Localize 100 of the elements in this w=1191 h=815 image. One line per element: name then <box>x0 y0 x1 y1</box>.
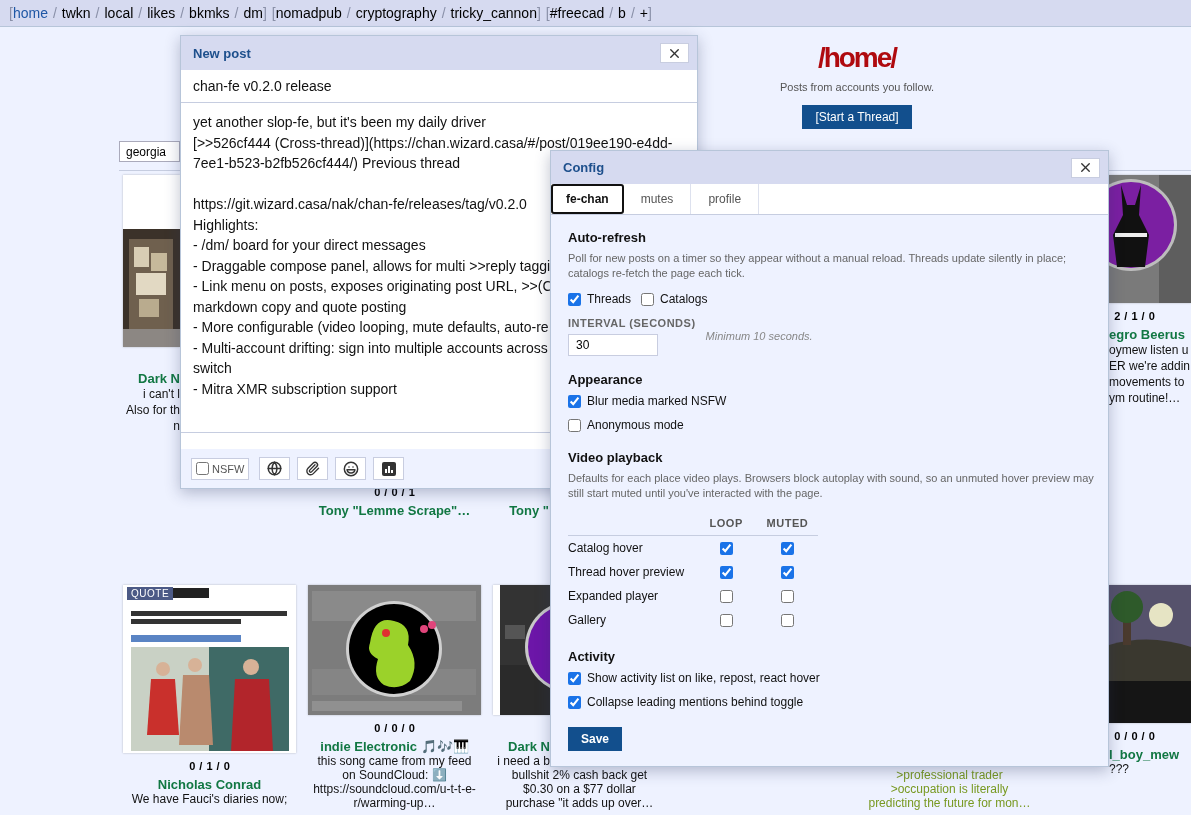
post-excerpt-line: We have Fauci's diaries now; <box>131 792 288 806</box>
checkbox[interactable] <box>568 292 581 306</box>
nav-link[interactable]: nomadpub <box>275 5 342 21</box>
checkbox-label: NSFW <box>212 462 245 475</box>
section-title: Appearance <box>568 372 643 388</box>
nsfw-checkbox[interactable] <box>196 462 209 475</box>
checkbox-label: Show activity list on like, repost, react hover <box>587 670 820 686</box>
poster-name: Tony "Lemme Scrape"… <box>318 503 471 518</box>
post-excerpt-line: movements to <box>1109 374 1185 390</box>
checkbox[interactable] <box>780 566 794 580</box>
checkbox[interactable] <box>568 418 581 432</box>
poster-name: Dark N <box>508 739 550 754</box>
checkbox[interactable] <box>780 590 794 604</box>
panel-title: Config <box>563 160 605 175</box>
field-hint: Minimum 10 seconds. <box>705 330 813 342</box>
checkbox[interactable] <box>568 671 581 685</box>
quote-badge: QUOTE <box>127 587 174 600</box>
section-title: Auto-refresh <box>568 230 646 246</box>
section-title: Activity <box>568 649 615 665</box>
search-field[interactable]: georgia <box>119 141 180 162</box>
post-excerpt-line: ??? <box>1109 762 1130 776</box>
attach-button[interactable] <box>297 457 329 480</box>
nav-bracket: [ <box>9 5 13 21</box>
poll-button[interactable] <box>373 457 405 480</box>
post-excerpt-line: purchase "it adds up over… <box>505 796 654 810</box>
checkbox-label: Threads <box>587 291 632 307</box>
close-icon <box>1078 160 1093 175</box>
reply-stats: 0 / 0 / 0 <box>374 722 415 735</box>
nav-link[interactable]: dm <box>243 5 263 21</box>
globe-icon <box>267 461 283 476</box>
nav-link[interactable]: b <box>618 5 626 21</box>
checkbox[interactable] <box>719 542 733 556</box>
nav-link[interactable]: + <box>639 5 648 21</box>
checkbox[interactable] <box>641 292 655 306</box>
checkbox[interactable] <box>719 614 733 628</box>
checkbox[interactable] <box>780 614 794 628</box>
nav-bracket: ] <box>536 5 541 21</box>
post-excerpt-line: https://soundcloud.com/u-t-t-e- <box>313 782 476 796</box>
interval-field[interactable]: 30 <box>568 334 658 356</box>
post-excerpt-line: ER we're addin <box>1109 358 1190 374</box>
nav-link[interactable]: home <box>12 5 48 21</box>
nav-separator: / <box>180 5 185 21</box>
close-button[interactable] <box>1071 157 1100 178</box>
board-subtitle: Posts from accounts you follow. <box>779 80 935 94</box>
post-excerpt-line: bullshit 2% cash back get <box>511 768 648 782</box>
nav-bracket: [ <box>545 5 550 21</box>
checkbox[interactable] <box>780 542 794 556</box>
nav-link[interactable]: #freecad <box>549 5 605 21</box>
checkbox[interactable] <box>719 566 733 580</box>
checkbox-label: Anonymous mode <box>587 417 684 433</box>
nav-separator: / <box>630 5 635 21</box>
nav-separator: / <box>52 5 57 21</box>
row-label: Expanded player <box>568 589 659 603</box>
post-excerpt-line: oymew listen u <box>1109 342 1189 358</box>
nav-link[interactable]: local <box>104 5 134 21</box>
poster-name: Dark N <box>138 371 180 386</box>
section-description: Defaults for each place video plays. Browsers block autoplay with sound, so an unmuted hover preview may still start muted until you've interacted with the page. <box>568 471 1095 501</box>
reply-stats: 0 / 1 / 0 <box>189 760 230 773</box>
poster-name: Tony " <box>509 503 549 518</box>
post-excerpt-line: $0.30 on a $77 dollar <box>523 782 636 796</box>
bar-chart-icon <box>381 461 396 476</box>
checkbox[interactable] <box>719 590 733 604</box>
nav-bracket: ] <box>648 5 652 21</box>
row-label: Gallery <box>568 613 606 627</box>
nav-link[interactable]: tricky_cannon <box>450 5 537 21</box>
post-excerpt-line: i can't l <box>143 386 180 402</box>
save-button[interactable]: Save <box>568 727 623 751</box>
post-excerpt-line: r/warming-up… <box>353 796 436 810</box>
nav-separator: / <box>95 5 100 21</box>
nav-link[interactable]: likes <box>147 5 176 21</box>
subject-field[interactable]: chan-fe v0.2.0 release <box>181 70 697 103</box>
checkbox-label: Collapse leading mentions behind toggle <box>587 694 804 710</box>
emoji-button[interactable] <box>335 457 367 480</box>
checkbox[interactable] <box>568 695 581 709</box>
nav-bracket: ] <box>262 5 267 21</box>
nav-link[interactable]: twkn <box>61 5 91 21</box>
post-excerpt-line: ym routine!… <box>1109 390 1181 406</box>
nav-separator: / <box>441 5 446 21</box>
nav-separator: / <box>234 5 239 21</box>
nav-link[interactable]: bkmks <box>189 5 230 21</box>
nav-bracket: [ <box>271 5 276 21</box>
settings-tab[interactable]: fe-chan <box>551 184 624 214</box>
greentext-line: predicting the future for mon… <box>868 796 1031 810</box>
start-thread-button[interactable]: [Start a Thread] <box>802 105 912 129</box>
checkbox[interactable] <box>568 394 581 408</box>
poster-name: l_boy_mew <box>1109 747 1180 762</box>
section-title: Video playback <box>568 450 663 466</box>
panel-title: New post <box>193 45 251 61</box>
post-excerpt-line: n <box>173 418 180 434</box>
column-header: LOOP <box>695 510 757 536</box>
nav-separator: / <box>609 5 614 21</box>
nav-link[interactable]: cryptography <box>355 5 437 21</box>
close-button[interactable] <box>660 43 689 63</box>
column-header: MUTED <box>756 510 818 536</box>
post-excerpt-line: Also for th <box>125 402 180 418</box>
language-button[interactable] <box>259 457 291 480</box>
paperclip-icon <box>305 461 321 476</box>
poster-name: indie Electronic 🎵🎶🎹 <box>320 739 469 754</box>
laughing-face-icon <box>342 460 359 477</box>
poster-name: egro Beerus <box>1109 327 1185 342</box>
